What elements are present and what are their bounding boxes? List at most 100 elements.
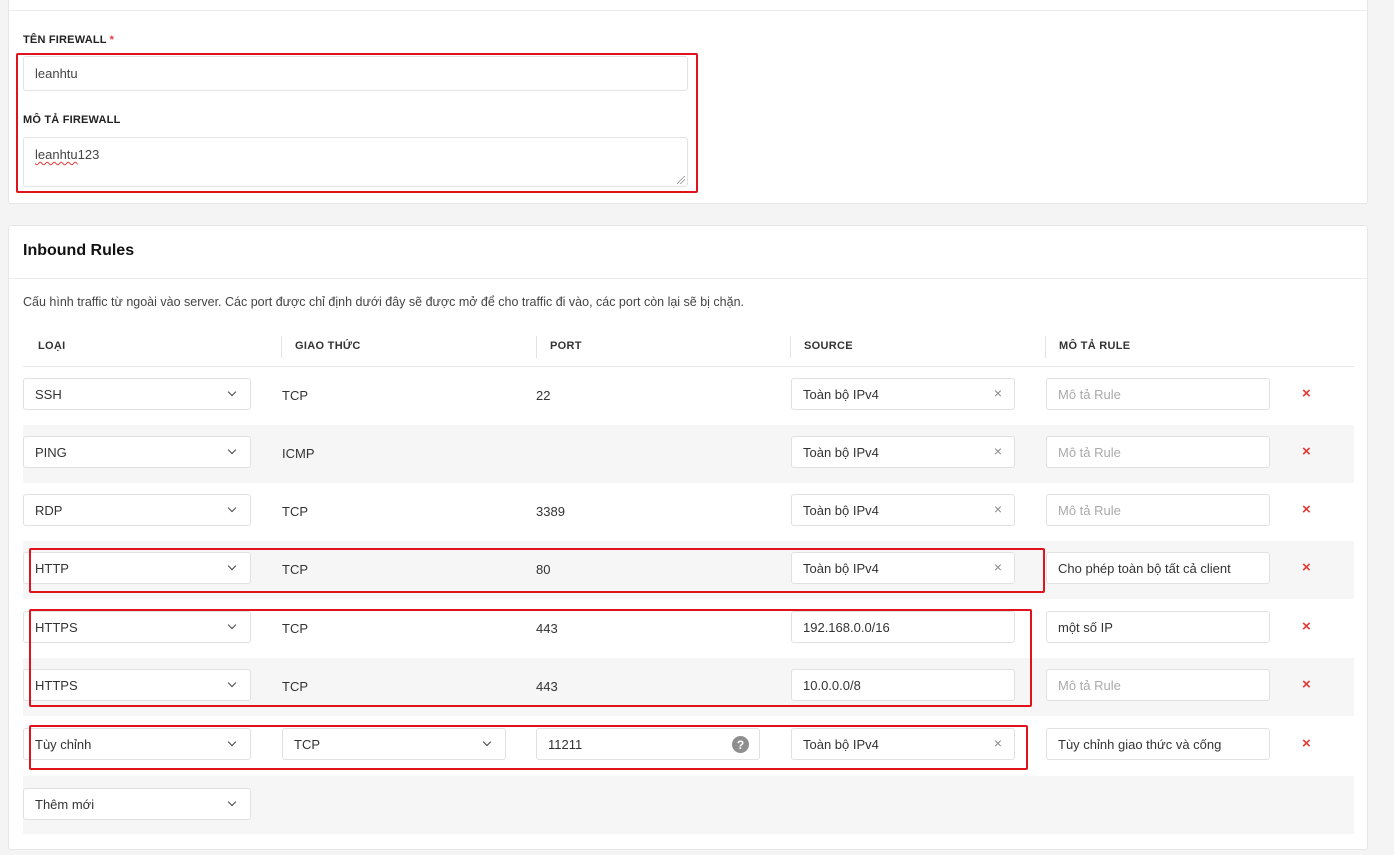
rule-type-value: Tùy chỉnh <box>35 736 92 752</box>
rule-desc-input[interactable]: Mô tả Rule <box>1046 378 1270 410</box>
column-source-header: SOURCE <box>804 340 853 352</box>
rule-desc-input[interactable]: một số IP <box>1046 611 1270 643</box>
table-row: HTTP TCP 80 Toàn bộ IPv4 × Cho phép toàn … <box>23 541 1354 599</box>
rule-type-select[interactable]: SSH <box>23 378 251 410</box>
rule-source-value: Toàn bộ IPv4 <box>803 386 879 402</box>
rule-desc-input[interactable]: Cho phép toàn bộ tất cả client <box>1046 552 1270 584</box>
help-icon[interactable]: ? <box>732 736 749 753</box>
firewall-desc-value-rest: 123 <box>77 147 100 162</box>
rule-protocol: TCP <box>282 388 308 403</box>
clear-icon[interactable]: × <box>994 501 1002 517</box>
rule-port-input[interactable]: 11211? <box>536 728 760 760</box>
rule-type-value: HTTPS <box>35 677 78 693</box>
clear-icon[interactable]: × <box>994 385 1002 401</box>
rule-source-input[interactable]: Toàn bộ IPv4 × <box>791 436 1015 468</box>
rule-desc-value: một số IP <box>1058 619 1113 635</box>
chevron-down-icon <box>227 445 237 455</box>
inbound-rules-title: Inbound Rules <box>23 242 135 259</box>
rule-desc-input[interactable]: Mô tả Rule <box>1046 669 1270 701</box>
delete-rule-icon[interactable]: × <box>1302 501 1311 518</box>
delete-rule-icon[interactable]: × <box>1302 676 1311 693</box>
rule-type-select[interactable]: RDP <box>23 494 251 526</box>
column-rule-desc-header: MÔ TẢ RULE <box>1059 340 1131 352</box>
chevron-down-icon <box>227 561 237 571</box>
rule-protocol: TCP <box>282 679 308 694</box>
table-row: HTTPS TCP 443 10.0.0.0/8 Mô tả Rule × <box>23 658 1354 716</box>
delete-rule-icon[interactable]: × <box>1302 618 1311 635</box>
rule-protocol: ICMP <box>282 446 315 461</box>
table-row: PING ICMP Toàn bộ IPv4 × Mô tả Rule × <box>23 425 1354 483</box>
add-new-label: Thêm mới <box>35 796 95 812</box>
required-mark: * <box>109 34 115 46</box>
card-top-divider <box>9 0 1367 11</box>
rule-type-select[interactable]: PING <box>23 436 251 468</box>
column-type-header: LOẠI <box>38 340 66 352</box>
rule-port: 3389 <box>536 504 565 519</box>
rule-type-select[interactable]: HTTPS <box>23 669 251 701</box>
firewall-desc-textarea[interactable]: leanhtu 123 <box>23 137 688 187</box>
table-row: RDP TCP 3389 Toàn bộ IPv4 × Mô tả Rule × <box>23 483 1354 541</box>
delete-rule-icon[interactable]: × <box>1302 559 1311 576</box>
rule-desc-placeholder: Mô tả Rule <box>1058 502 1121 518</box>
delete-rule-icon[interactable]: × <box>1302 385 1311 402</box>
rule-type-select[interactable]: HTTP <box>23 552 251 584</box>
rule-protocol: TCP <box>282 504 308 519</box>
column-divider <box>281 336 282 358</box>
rule-source-value: Toàn bộ IPv4 <box>803 444 879 460</box>
firewall-desc-label: MÔ TẢ FIREWALL <box>23 114 121 126</box>
rule-port: 443 <box>536 621 558 636</box>
clear-icon[interactable]: × <box>994 735 1002 751</box>
firewall-desc-value-underlined: leanhtu <box>35 147 78 162</box>
rule-source-input[interactable]: Toàn bộ IPv4 × <box>791 728 1015 760</box>
delete-rule-icon[interactable]: × <box>1302 735 1311 752</box>
rule-source-input[interactable]: 192.168.0.0/16 <box>791 611 1015 643</box>
firewall-name-label: TÊN FIREWALL * <box>23 34 115 46</box>
chevron-down-icon <box>227 620 237 630</box>
rule-source-input[interactable]: Toàn bộ IPv4 × <box>791 378 1015 410</box>
table-row: Tùy chỉnh TCP 11211? Toàn bộ IPv4 × Tùy c… <box>23 717 1354 775</box>
chevron-down-icon <box>227 387 237 397</box>
column-divider <box>1045 336 1046 358</box>
rule-source-value: Toàn bộ IPv4 <box>803 560 879 576</box>
delete-rule-icon[interactable]: × <box>1302 443 1311 460</box>
rule-type-value: PING <box>35 444 67 460</box>
rule-desc-value: Cho phép toàn bộ tất cả client <box>1058 560 1231 576</box>
rule-desc-input[interactable]: Tùy chỉnh giao thức và cống <box>1046 728 1270 760</box>
rule-type-value: RDP <box>35 502 63 518</box>
column-port-header: PORT <box>550 340 582 352</box>
chevron-down-icon <box>227 737 237 747</box>
clear-icon[interactable]: × <box>994 443 1002 459</box>
clear-icon[interactable]: × <box>994 559 1002 575</box>
chevron-down-icon <box>227 797 237 807</box>
rule-source-input[interactable]: 10.0.0.0/8 <box>791 669 1015 701</box>
chevron-down-icon <box>227 678 237 688</box>
rule-type-select[interactable]: HTTPS <box>23 611 251 643</box>
rule-source-value: 192.168.0.0/16 <box>803 619 890 635</box>
add-new-rule-select[interactable]: Thêm mới <box>23 788 251 820</box>
rule-port: 80 <box>536 562 551 577</box>
firewall-name-value: leanhtu <box>35 66 78 81</box>
resize-grip-icon[interactable] <box>677 176 685 184</box>
rule-desc-value: Tùy chỉnh giao thức và cống <box>1058 736 1222 752</box>
rule-port: 443 <box>536 679 558 694</box>
column-divider <box>536 336 537 358</box>
rule-desc-placeholder: Mô tả Rule <box>1058 386 1121 402</box>
rule-protocol-select[interactable]: TCP <box>282 728 506 760</box>
table-row: SSH TCP 22 Toàn bộ IPv4 × Mô tả Rule × <box>23 367 1354 425</box>
rule-type-select[interactable]: Tùy chỉnh <box>23 728 251 760</box>
rule-source-input[interactable]: Toàn bộ IPv4 × <box>791 494 1015 526</box>
chevron-down-icon <box>482 737 492 747</box>
firewall-info-card: TÊN FIREWALL * leanhtu MÔ TẢ FIREWALL lea… <box>8 0 1368 204</box>
rule-protocol: TCP <box>282 621 308 636</box>
add-rule-row: Thêm mới <box>23 776 1354 834</box>
inbound-rules-description: Cấu hình traffic từ ngoài vào server. Cá… <box>23 295 745 309</box>
rule-source-input[interactable]: Toàn bộ IPv4 × <box>791 552 1015 584</box>
inbound-rules-header: Inbound Rules <box>9 226 1367 279</box>
rule-port-value: 11211 <box>548 736 583 752</box>
rule-type-value: HTTP <box>35 560 69 576</box>
firewall-name-input[interactable]: leanhtu <box>23 56 688 91</box>
rule-desc-input[interactable]: Mô tả Rule <box>1046 494 1270 526</box>
rule-desc-input[interactable]: Mô tả Rule <box>1046 436 1270 468</box>
rule-type-value: SSH <box>35 386 62 402</box>
column-protocol-header: GIAO THỨC <box>295 340 361 352</box>
